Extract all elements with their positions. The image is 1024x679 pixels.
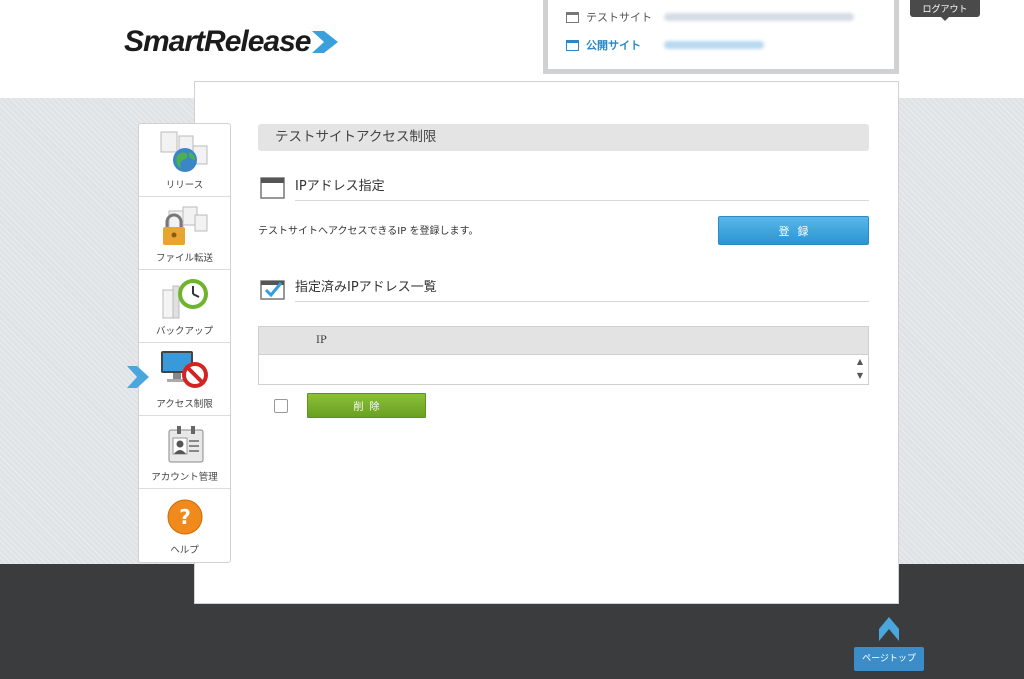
register-button[interactable]: 登録 <box>718 216 869 245</box>
delete-button[interactable]: 削除 <box>307 393 426 418</box>
scroll-down-icon[interactable]: ▼ <box>856 372 864 380</box>
sidebar-item-label: ヘルプ <box>170 545 199 556</box>
ip-section-header: IPアドレス指定 <box>260 175 869 201</box>
sidebar-item-account[interactable]: アカウント管理 <box>139 416 230 489</box>
sidebar-item-file-transfer[interactable]: ファイル転送 <box>139 197 230 270</box>
ip-section-title: IPアドレス指定 <box>295 175 869 201</box>
page-title: テストサイトアクセス制限 <box>258 124 869 151</box>
up-arrow-icon <box>879 617 899 641</box>
checked-list-icon <box>260 280 285 300</box>
sidebar-nav: リリース ファイル転送 バックアップ アクセス制限 アカウント管理 ? ヘルプ <box>138 123 231 563</box>
public-site-row[interactable]: 公開サイト <box>566 36 764 54</box>
ip-address-table: IP ▲ ▼ <box>258 326 869 385</box>
logout-button[interactable]: ログアウト <box>910 0 980 21</box>
svg-text:?: ? <box>179 505 191 529</box>
sidebar-item-label: アカウント管理 <box>151 472 218 483</box>
list-section-title: 指定済みIPアドレス一覧 <box>295 276 869 302</box>
sidebar-item-release[interactable]: リリース <box>139 124 230 197</box>
list-section-header: 指定済みIPアドレス一覧 <box>260 276 869 302</box>
sidebar-item-label: リリース <box>165 180 204 191</box>
test-site-row[interactable]: テストサイト <box>566 8 854 26</box>
brand-name: SmartRelease <box>124 25 311 58</box>
window-icon <box>566 11 579 23</box>
public-site-url[interactable] <box>664 41 764 49</box>
file-lock-icon <box>163 206 208 245</box>
release-globe-icon <box>160 131 208 172</box>
page-top-label: ページトップ <box>854 647 924 671</box>
backup-clock-icon <box>162 279 208 319</box>
public-site-label: 公開サイト <box>586 39 641 52</box>
sidebar-item-access-restriction[interactable]: アクセス制限 <box>139 343 230 416</box>
logo-arrow-icon <box>312 31 339 53</box>
ip-column-header: IP <box>259 327 868 355</box>
scroll-up-icon[interactable]: ▲ <box>856 358 864 366</box>
window-section-icon <box>260 177 285 199</box>
sidebar-item-help[interactable]: ? ヘルプ <box>139 489 230 562</box>
sidebar-item-label: バックアップ <box>155 326 213 337</box>
help-icon: ? <box>167 499 203 535</box>
brand-logo[interactable]: SmartRelease <box>124 22 339 62</box>
sidebar-item-label: ファイル転送 <box>155 253 213 264</box>
window-icon <box>566 39 579 51</box>
sidebar-item-label: アクセス制限 <box>156 399 213 410</box>
ip-description: テストサイトへアクセスできるIP を登録します。 <box>258 226 479 237</box>
test-site-label: テストサイト <box>586 11 652 24</box>
sidebar-item-backup[interactable]: バックアップ <box>139 270 230 343</box>
select-all-checkbox[interactable] <box>274 399 288 413</box>
active-nav-arrow-icon <box>127 366 149 388</box>
ip-list-body[interactable]: ▲ ▼ <box>259 355 868 384</box>
page-top-button[interactable]: ページトップ <box>854 615 924 671</box>
site-info-box: テストサイト 公開サイト <box>543 0 899 74</box>
test-site-url[interactable] <box>664 13 854 21</box>
access-restrict-icon <box>161 351 208 388</box>
account-id-icon <box>168 426 204 463</box>
